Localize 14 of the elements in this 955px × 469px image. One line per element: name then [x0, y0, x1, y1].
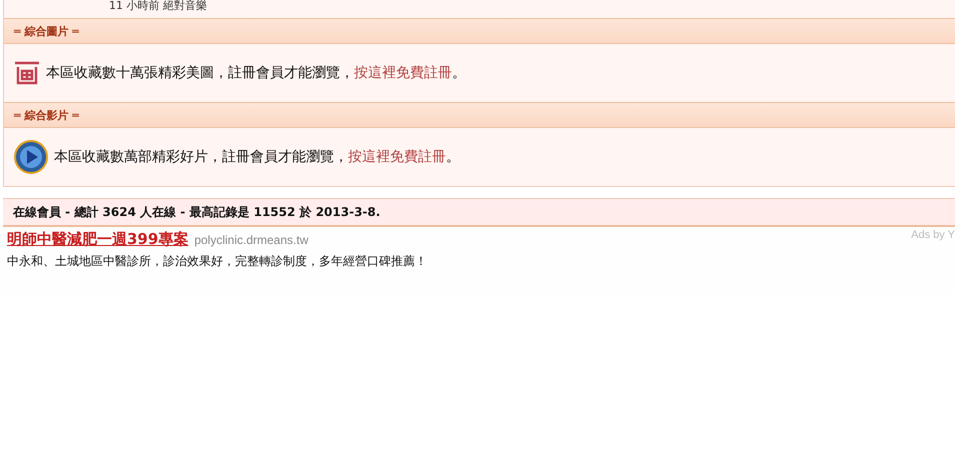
section-message: 本區收藏數十萬張精彩美圖，註冊會員才能瀏覽，按這裡免費註冊。: [46, 64, 466, 82]
register-link[interactable]: 按這裡免費註冊: [348, 149, 446, 165]
section-header: ═ 綜合影片 ═: [4, 102, 955, 128]
section-header: ═ 綜合圖片 ═: [4, 18, 955, 44]
ad-description: 中永和、土城地區中醫診所，診治效果好，完整轉診制度，多年經營口碑推薦！: [7, 253, 428, 270]
ads-label: Ads by Y: [911, 229, 955, 241]
section-message: 本區收藏數萬部精彩好片，註冊會員才能瀏覽，按這裡免費註冊。: [54, 148, 460, 166]
picture-frame-icon: [14, 61, 40, 85]
play-icon: [14, 140, 48, 174]
online-members-bar: 在線會員 - 總計 3624 人在線 - 最高記錄是 11552 於 2013-3-8.: [3, 198, 955, 227]
register-link[interactable]: 按這裡免費註冊: [354, 65, 452, 81]
entry-text: 11 小時前 絕對音樂: [109, 0, 207, 12]
ad-title-link[interactable]: 明師中醫減肥一週399專案: [7, 230, 188, 249]
ad-url: polyclinic.drmeans.tw: [194, 233, 308, 247]
